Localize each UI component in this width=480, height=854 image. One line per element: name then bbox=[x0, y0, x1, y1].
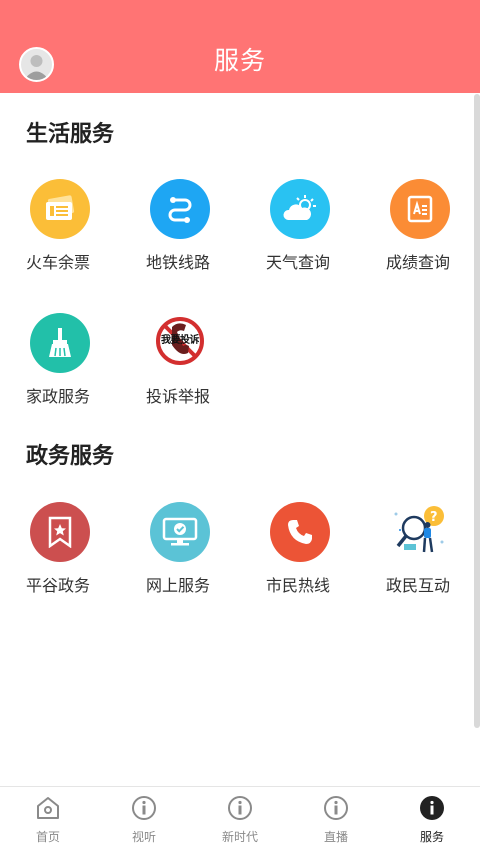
service-label: 天气查询 bbox=[266, 253, 331, 272]
tab-label: 视听 bbox=[131, 830, 156, 844]
tab-label: 服务 bbox=[419, 830, 444, 844]
service-citizen-hotline[interactable]: 市民热线 bbox=[240, 502, 360, 614]
train-ticket-icon bbox=[30, 179, 90, 239]
service-label: 政民互动 bbox=[386, 576, 451, 595]
service-housekeeping[interactable]: 家政服务 bbox=[0, 313, 120, 425]
tab-label: 直播 bbox=[323, 830, 348, 844]
service-label: 地铁线路 bbox=[146, 253, 211, 272]
service-label: 成绩查询 bbox=[386, 253, 451, 272]
service-label: 投诉举报 bbox=[146, 387, 211, 406]
tab-label: 首页 bbox=[35, 830, 60, 844]
service-label: 网上服务 bbox=[146, 576, 211, 595]
service-online-services[interactable]: 网上服务 bbox=[120, 502, 240, 614]
svg-text:?: ? bbox=[430, 510, 438, 525]
info-icon bbox=[132, 796, 156, 820]
service-label: 平谷政务 bbox=[26, 576, 91, 595]
tab-live[interactable]: 直播 bbox=[288, 787, 384, 854]
tab-home[interactable]: 首页 bbox=[0, 787, 96, 854]
section-title-life-services: 生活服务 bbox=[26, 122, 115, 147]
complaint-phone-icon: 我要投诉 bbox=[150, 313, 210, 373]
service-label: 家政服务 bbox=[26, 387, 91, 406]
weather-icon bbox=[270, 179, 330, 239]
bottom-tab-bar: 首页 视听 新时代 直播 服务 bbox=[0, 786, 480, 853]
phone-hotline-icon bbox=[270, 502, 330, 562]
score-query-icon bbox=[390, 179, 450, 239]
app-header: 服务 bbox=[0, 0, 480, 93]
interaction-illustration-icon: ? bbox=[390, 502, 450, 562]
government-bookmark-icon bbox=[30, 502, 90, 562]
service-score-query[interactable]: 成绩查询 bbox=[360, 179, 480, 291]
complaint-badge-text: 我要投诉 bbox=[161, 335, 200, 346]
service-label: 市民热线 bbox=[266, 576, 331, 595]
tab-audio-video[interactable]: 视听 bbox=[96, 787, 192, 854]
service-government-citizen-interaction[interactable]: ? 政民互动 bbox=[360, 502, 480, 614]
broom-icon bbox=[30, 313, 90, 373]
service-subway-routes[interactable]: 地铁线路 bbox=[120, 179, 240, 291]
tab-services[interactable]: 服务 bbox=[384, 787, 480, 854]
section-title-government-services: 政务服务 bbox=[26, 444, 115, 469]
home-icon bbox=[37, 797, 59, 819]
online-service-monitor-icon bbox=[150, 502, 210, 562]
tab-label: 新时代 bbox=[221, 830, 258, 844]
service-train-tickets[interactable]: 火车余票 bbox=[0, 179, 120, 291]
service-weather[interactable]: 天气查询 bbox=[240, 179, 360, 291]
page-title: 服务 bbox=[213, 46, 266, 75]
service-label: 火车余票 bbox=[26, 253, 91, 272]
service-pinggu-government[interactable]: 平谷政务 bbox=[0, 502, 120, 614]
info-icon bbox=[228, 796, 252, 820]
info-filled-icon bbox=[420, 796, 444, 820]
subway-route-icon bbox=[150, 179, 210, 239]
service-complaint-report[interactable]: 我要投诉 投诉举报 bbox=[120, 313, 240, 425]
tab-new-era[interactable]: 新时代 bbox=[192, 787, 288, 854]
info-icon bbox=[324, 796, 348, 820]
